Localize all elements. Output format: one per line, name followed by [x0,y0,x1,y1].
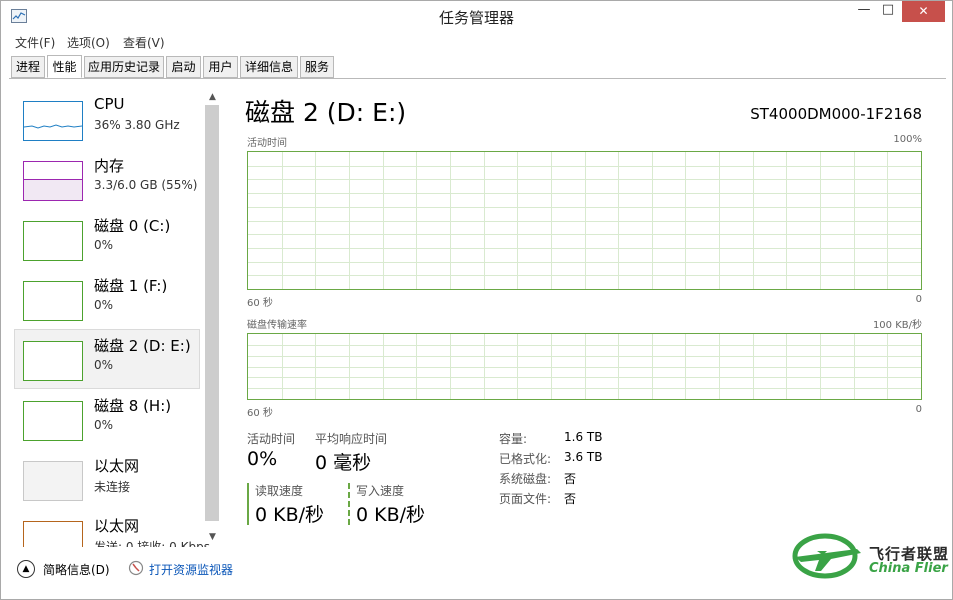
formatted-label: 已格式化: [499,452,552,466]
disk-thumbnail-graph [23,221,83,261]
menu-view[interactable]: 查看(V) [123,34,165,51]
open-resource-monitor-link[interactable]: 打开资源监视器 [149,561,233,578]
resource-sidebar: CPU 36% 3.80 GHz 内存 3.3/6.0 GB (55%) 磁盘 … [9,79,221,547]
tab-details[interactable]: 详细信息 [240,56,298,78]
formatted-value: 3.6 TB [564,450,603,464]
graph2-label: 磁盘传输速率 [247,320,307,331]
device-title: 磁盘 2 (D: E:) [245,98,407,127]
minimize-button[interactable]: — [853,1,875,22]
watermark-subtitle: China Flier [869,561,948,576]
chevron-up-icon[interactable]: ▲ [17,560,35,578]
sidebar-item-cpu[interactable]: CPU 36% 3.80 GHz [14,89,200,149]
active-time-grid [248,152,921,289]
sidebar-item-name: 磁盘 8 (H:) [94,397,172,415]
tab-services[interactable]: 服务 [300,56,334,78]
sidebar-item-sub: 发送: 0 接收: 0 Kbps [94,540,210,547]
disk-thumbnail-graph [23,341,83,381]
disk-thumbnail-graph [23,401,83,441]
graph1-zero: 0 [915,294,922,305]
sidebar-item-disk-0[interactable]: 磁盘 0 (C:) 0% [14,209,200,269]
response-time-value: 0 毫秒 [315,452,372,474]
task-manager-window: 任务管理器 — □ ✕ 文件(F) 选项(O) 查看(V) 进程 性能 应用历史… [0,0,953,600]
sidebar-item-name: 磁盘 0 (C:) [94,217,171,235]
sidebar-item-sub: 0% [94,418,114,432]
sidebar-item-name: 以太网 [94,457,140,475]
sidebar-item-memory[interactable]: 内存 3.3/6.0 GB (55%) [14,149,200,209]
sidebar-item-sub: 36% 3.80 GHz [94,118,180,132]
system-disk-label: 系统磁盘: [499,472,552,486]
capacity-value: 1.6 TB [564,430,603,444]
sidebar-item-disk-2[interactable]: 磁盘 2 (D: E:) 0% [14,329,200,389]
page-file-value: 否 [564,492,577,506]
active-time-label: 活动时间 [247,432,296,446]
menu-file[interactable]: 文件(F) [15,34,55,51]
scroll-thumb[interactable] [205,105,219,521]
airplane-logo-icon [792,533,861,579]
device-model: ST4000DM000-1F2168 [750,105,922,123]
write-speed-value: 0 KB/秒 [356,504,426,526]
active-time-value: 0% [247,448,278,470]
sidebar-item-disk-8[interactable]: 磁盘 8 (H:) 0% [14,389,200,449]
sidebar-item-ethernet-2[interactable]: 以太网 发送: 0 接收: 0 Kbps [14,509,210,547]
active-time-graph [247,151,922,290]
sidebar-item-sub: 3.3/6.0 GB (55%) [94,178,198,192]
graph2-zero: 0 [915,404,922,415]
title-bar: 任务管理器 — □ ✕ [1,1,952,31]
graph1-max: 100% [893,134,922,145]
sidebar-item-name: CPU [94,95,125,113]
memory-fill [24,179,82,200]
window-title: 任务管理器 [438,9,514,27]
write-speed-label: 写入速度 [356,484,405,498]
sidebar-item-sub: 未连接 [94,480,131,494]
transfer-rate-graph [247,333,922,400]
resource-monitor-icon[interactable] [128,560,144,576]
ethernet-thumbnail-graph [23,461,83,501]
graph2-timespan: 60 秒 [247,408,273,419]
fewer-details-button[interactable]: 简略信息(D) [43,561,110,578]
sidebar-item-sub: 0% [94,238,114,252]
sidebar-item-name: 磁盘 2 (D: E:) [94,337,191,355]
close-button[interactable]: ✕ [902,1,945,22]
ethernet-thumbnail-graph [23,521,83,547]
memory-thumbnail-graph [23,161,83,201]
read-speed-label: 读取速度 [255,484,304,498]
read-speed-value: 0 KB/秒 [255,504,325,526]
graph1-label: 活动时间 [247,138,287,149]
graph1-timespan: 60 秒 [247,298,273,309]
performance-detail-panel: 磁盘 2 (D: E:) ST4000DM000-1F2168 活动时间 100… [221,79,946,547]
response-time-label: 平均响应时间 [315,432,388,446]
tab-app-history[interactable]: 应用历史记录 [84,56,164,78]
tab-processes[interactable]: 进程 [11,56,45,78]
graph2-max: 100 KB/秒 [872,320,922,331]
sidebar-scrollbar[interactable]: ▲ ▼ [204,89,221,547]
sidebar-item-sub: 0% [94,358,114,372]
sidebar-item-name: 磁盘 1 (F:) [94,277,168,295]
scroll-up-icon[interactable]: ▲ [204,89,221,105]
tab-users[interactable]: 用户 [203,56,238,78]
menu-options[interactable]: 选项(O) [67,34,110,51]
transfer-rate-grid [248,334,921,399]
write-speed-indicator [348,483,350,525]
sidebar-item-ethernet-1[interactable]: 以太网 未连接 [14,449,200,509]
capacity-label: 容量: [499,432,528,446]
sidebar-item-name: 内存 [94,157,125,175]
scroll-down-icon[interactable]: ▼ [204,529,221,545]
cpu-thumbnail-graph [23,101,83,141]
sidebar-item-sub: 0% [94,298,114,312]
tab-performance[interactable]: 性能 [47,55,82,78]
disk-thumbnail-graph [23,281,83,321]
sidebar-item-disk-1[interactable]: 磁盘 1 (F:) 0% [14,269,200,329]
read-speed-indicator [247,483,249,525]
maximize-button[interactable]: □ [877,1,899,22]
tab-startup[interactable]: 启动 [166,56,201,78]
page-file-label: 页面文件: [499,492,552,506]
system-disk-value: 否 [564,472,577,486]
china-flier-watermark: 飞行者联盟 China Flier [787,529,953,585]
sidebar-item-name: 以太网 [94,517,140,535]
